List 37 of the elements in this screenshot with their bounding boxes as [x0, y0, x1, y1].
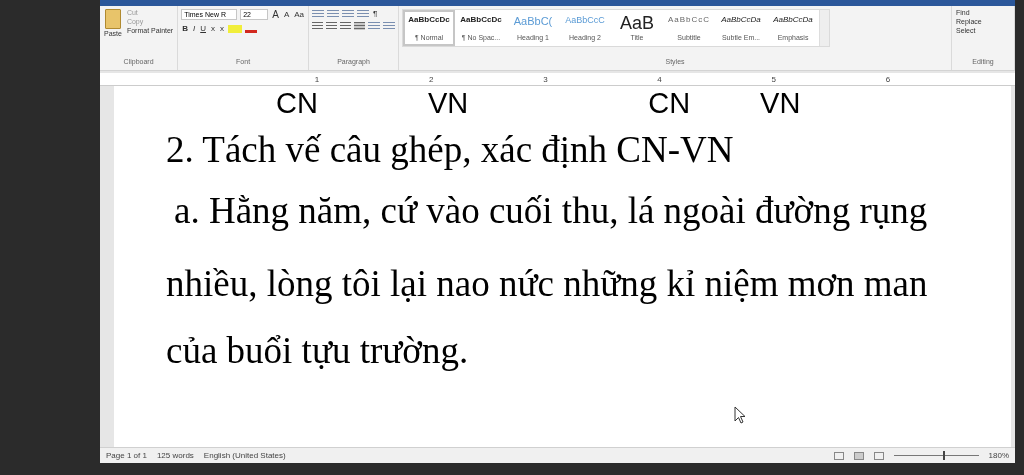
- label-text: CN: [648, 89, 691, 118]
- label-text: VN: [760, 89, 801, 118]
- align-icon: [340, 22, 351, 30]
- underline-button[interactable]: U: [199, 24, 207, 33]
- shrink-font-button[interactable]: A: [282, 10, 291, 19]
- text-line: nhiều, lòng tôi lại nao nức những kỉ niệm mơn man: [166, 262, 929, 306]
- page-count: Page 1 of 1: [106, 451, 147, 460]
- ruler-number: 2: [429, 74, 434, 84]
- subscript-button[interactable]: x: [210, 24, 216, 33]
- ruler-number: 1: [314, 74, 320, 84]
- bold-button[interactable]: B: [181, 24, 189, 33]
- zoom-percent: 180%: [988, 451, 1009, 460]
- read-mode-icon: [833, 451, 844, 460]
- clipboard-icon: [104, 9, 121, 29]
- align-icon: [312, 22, 323, 30]
- text-line: của buổi tựu trường.: [166, 329, 470, 373]
- list-icon: [312, 9, 324, 18]
- label-text: VN: [427, 89, 469, 118]
- web-layout-icon: [873, 451, 884, 460]
- align-icon: [354, 22, 365, 30]
- ruler-number: 4: [657, 74, 662, 84]
- cursor-icon: [734, 406, 746, 424]
- language-label: English (United States): [203, 451, 286, 460]
- word-count: 125 words: [156, 451, 194, 460]
- highlight-icon: [228, 24, 242, 33]
- text-line: a. Hằng năm, cứ vào cuối thu, lá ngoài đường rụng: [173, 189, 929, 233]
- grow-font-button[interactable]: A: [271, 9, 280, 20]
- print-layout-icon: [853, 451, 864, 460]
- ruler-number: 5: [771, 74, 776, 84]
- pilcrow-button[interactable]: ¶: [372, 9, 379, 18]
- change-case-button[interactable]: Aa: [293, 10, 305, 19]
- ruler-number: 6: [885, 74, 891, 84]
- italic-button[interactable]: I: [192, 24, 197, 33]
- label-text: CN: [276, 89, 318, 118]
- ruler-number: 3: [543, 74, 548, 84]
- superscript-button[interactable]: x: [219, 24, 225, 33]
- text-line: 2. Tách vế câu ghép, xác định CN-VN: [166, 128, 735, 172]
